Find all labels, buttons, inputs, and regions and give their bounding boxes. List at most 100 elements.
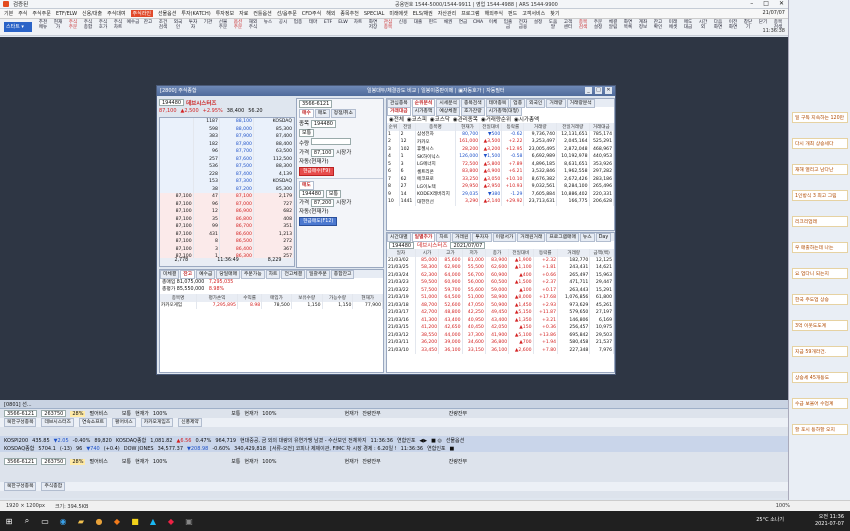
dock2-tab[interactable]: 주식종합 xyxy=(41,482,66,491)
menu-item[interactable]: 투자(KATCH) xyxy=(181,10,210,17)
balance-tab[interactable]: 전고체결 xyxy=(281,270,306,279)
menu-item[interactable]: 펀드 xyxy=(508,10,517,17)
toolbar-button[interactable]: 계좌 정보 xyxy=(636,20,650,35)
ranking-row[interactable]: 5 3 LG에너지 72,500 ▲5,800 +7.89 4,896,185 8,631,6… xyxy=(387,160,614,168)
balance-tab[interactable]: 차트 xyxy=(265,270,281,279)
toolbar-button[interactable]: 주식 종합 xyxy=(81,20,95,35)
menu-item[interactable]: 자산관리 xyxy=(438,10,456,17)
toolbar-button[interactable]: 대출 xyxy=(411,20,425,35)
ob-cell[interactable]: 88,000 xyxy=(219,125,254,133)
ob-cell[interactable]: 87,900 xyxy=(219,133,254,141)
balance-tab[interactable]: 잔고 xyxy=(180,270,196,279)
toolbar-button[interactable]: 공시 xyxy=(276,20,290,35)
toolbar-button[interactable]: 고객 센터 xyxy=(561,20,575,35)
toolbar-button[interactable]: 화면 저장 xyxy=(366,20,380,35)
menu-item[interactable]: 미래에셋 xyxy=(389,10,407,17)
menu-item[interactable]: 주식대여 xyxy=(107,10,125,17)
side-news-card[interactable]: 수급 보울어 수업계 xyxy=(792,398,848,409)
toolbar-button[interactable]: 잔고 xyxy=(141,20,155,35)
order-tab-modify[interactable]: 정정/취소 xyxy=(330,109,356,118)
side-news-card[interactable]: 우 매출하는데 나는 xyxy=(792,242,848,253)
chrome-icon[interactable]: ● xyxy=(90,511,108,531)
dock1-code[interactable]: 263750 xyxy=(41,410,67,417)
ranking-cell[interactable]: LG이노텍 xyxy=(415,183,456,191)
order-tab-sell[interactable]: 매도 xyxy=(314,109,330,118)
ranking-row[interactable]: 7 62 에코프로 33,250 ▲3,050 +10.10 8,676,382 2,672,… xyxy=(387,175,614,183)
toolbar-button[interactable]: 차트 xyxy=(351,20,365,35)
ranking-tab[interactable]: 거래량 xyxy=(546,99,566,108)
toolbar-button[interactable]: 입출 금 xyxy=(501,20,515,35)
search-icon[interactable]: ⌕ xyxy=(18,511,36,531)
daily-row[interactable]: 21/03/10 33,450 36,100 33,150 36,100 ▲2,600 +7… xyxy=(387,346,614,354)
balance-tab[interactable]: 예수금 xyxy=(196,270,216,279)
menu-item[interactable]: 프로그램 xyxy=(461,10,479,17)
quick-start-button[interactable]: 스타트 ▾ xyxy=(4,22,32,32)
edge-icon[interactable]: ◉ xyxy=(54,511,72,531)
ranking-cell[interactable]: 셀트리온 xyxy=(415,168,456,176)
ob-cell[interactable]: 86,800 xyxy=(219,215,254,223)
dock2-kind2[interactable]: 보통 xyxy=(231,458,240,465)
ob-cell[interactable]: 87,700 xyxy=(219,148,254,156)
dock2-code[interactable]: 263750 xyxy=(41,458,67,465)
ranking-row[interactable]: 2 12 카카오 161,000 ▲3,500 +2.22 3,253,497 2,045,1… xyxy=(387,138,614,146)
toolbar-button[interactable]: 선물 주문 xyxy=(216,20,230,35)
menu-item[interactable]: SPECIAL xyxy=(364,11,385,17)
dock2-account[interactable]: 3566-6121 xyxy=(4,458,38,465)
toolbar-button[interactable]: 시간 외 xyxy=(696,20,710,35)
ranking-cell[interactable]: 삼성전자 xyxy=(415,130,456,138)
ranking-filter[interactable]: ◉코스닥 xyxy=(430,115,450,123)
toolbar-button[interactable]: 미래 에셋 xyxy=(666,20,680,35)
menu-item[interactable]: 기본 xyxy=(4,10,13,17)
app-icon-5[interactable]: ▣ xyxy=(180,511,198,531)
daily-row[interactable]: 21/03/17 42,700 48,800 42,250 49,450 ▲5,150 +1… xyxy=(387,309,614,317)
ob-cell[interactable]: 86,400 xyxy=(219,245,254,253)
maximize-icon[interactable]: □ xyxy=(763,0,769,7)
menu-item[interactable]: CFD주식 xyxy=(302,10,321,17)
ranking-filter[interactable]: ◉관리종목 xyxy=(453,115,478,123)
dock1-kind2[interactable]: 보통 xyxy=(231,410,240,417)
daily-row[interactable]: 21/03/15 41,200 42,650 40,450 42,050 ▲150 +0.3… xyxy=(387,324,614,332)
toolbar-button[interactable]: 관심 종목 xyxy=(381,20,395,35)
ranking-cell[interactable]: SK하이닉스 xyxy=(415,153,456,161)
ranking-filter[interactable]: ◉거래량순위 xyxy=(481,115,511,123)
minimize-icon[interactable]: – xyxy=(750,0,753,7)
side-news-card[interactable]: 리크리업래 xyxy=(792,216,848,227)
balance-tab[interactable]: 일괄주문 xyxy=(306,270,330,279)
task-view-icon[interactable]: ▭ xyxy=(36,511,54,531)
dock1-kind[interactable]: 보통 xyxy=(122,410,131,417)
balance-cell[interactable]: 카카오게임 xyxy=(160,301,198,309)
ranking-cell[interactable]: 대한전선 xyxy=(415,198,456,206)
ranking-row[interactable]: 3 102 휴젤시스 28,200 ▲3,200 +12.95 23,005,495 2,87… xyxy=(387,145,614,153)
ob-cell[interactable]: 87,400 xyxy=(219,170,254,178)
toolbar-button[interactable]: 잔고 확인 xyxy=(651,20,665,35)
buy-stock-code[interactable]: 194480 xyxy=(310,120,336,128)
side-news-card[interactable]: 다시 개최 상승세다 xyxy=(792,138,848,149)
daily-tab[interactable]: 프로그램매매 xyxy=(546,233,579,242)
stock-code-input[interactable]: 194480 xyxy=(159,99,185,106)
app-icon-1[interactable]: ◆ xyxy=(108,511,126,531)
toolbar-button[interactable]: 조건 검색 xyxy=(156,20,170,35)
side-news-card[interactable]: 상승세 45개동도 xyxy=(792,372,848,383)
sell-order-type[interactable]: 보통 xyxy=(325,190,342,198)
toolbar-button[interactable]: ETF xyxy=(321,20,335,35)
menu-item[interactable]: 찾기 xyxy=(550,10,559,17)
dock1-tab[interactable]: 펄어비스 xyxy=(112,418,136,427)
toolbar-button[interactable]: 매도 대금 xyxy=(681,20,695,35)
daily-row[interactable]: 21/03/19 51,000 64,500 51,000 58,900 ▲8,000 +1… xyxy=(387,294,614,302)
app-icon-4[interactable]: ◆ xyxy=(162,511,180,531)
ranking-row[interactable]: 4 1 SK하이닉스 126,000 ▼1,500 -0.58 6,692,989 10,19… xyxy=(387,153,614,161)
sell-auto-check[interactable]: 자동(현재가) xyxy=(299,209,329,215)
toolbar-button[interactable]: 주식 호가 xyxy=(96,20,110,35)
sell-market-check[interactable]: 시장가 xyxy=(336,200,351,206)
ranking-row[interactable]: 6 6 셀트리온 83,800 ▲4,900 +6.21 3,532,846 1,962,55… xyxy=(387,168,614,176)
explorer-icon[interactable]: ▰ xyxy=(72,511,90,531)
ob-cell[interactable]: 87,500 xyxy=(219,163,254,171)
toolbar-button[interactable]: 채권 xyxy=(441,20,455,35)
ob-cell[interactable]: 87,200 xyxy=(219,185,254,193)
dock1-tab[interactable]: 데브시스터즈 xyxy=(41,418,74,427)
toolbar-button[interactable]: 주식 주문 xyxy=(66,20,80,35)
menu-item[interactable]: 주식주문 xyxy=(32,10,50,17)
toolbar-button[interactable]: 전자 금융 xyxy=(516,20,530,35)
ranking-row[interactable]: 8 27 LG이노텍 29,950 ▲2,950 +10.93 9,032,561 8,284… xyxy=(387,183,614,191)
dock2-tab[interactable]: 북한구성종목 xyxy=(4,482,37,491)
